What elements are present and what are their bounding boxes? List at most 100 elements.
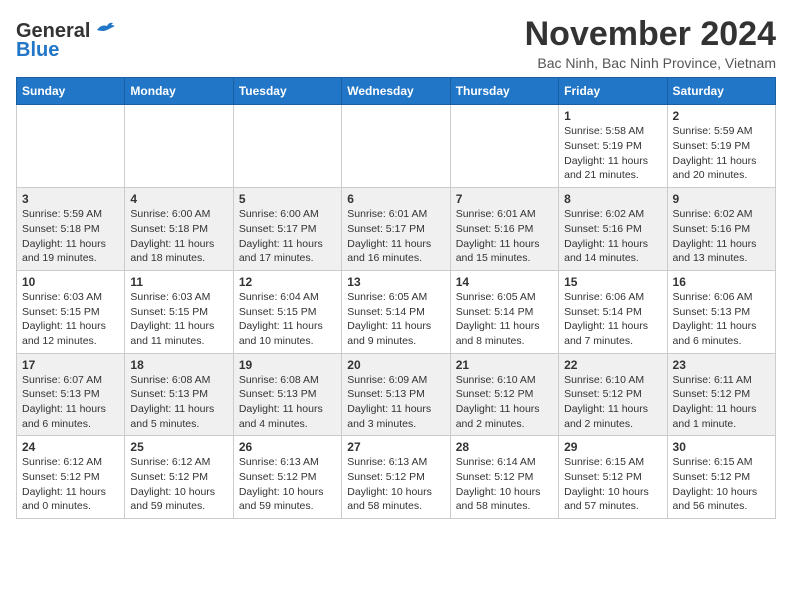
day-info: Sunrise: 6:12 AM Sunset: 5:12 PM Dayligh…: [22, 455, 119, 514]
main-title: November 2024: [525, 16, 776, 53]
day-info: Sunrise: 6:05 AM Sunset: 5:14 PM Dayligh…: [347, 290, 444, 349]
calendar-cell: 12Sunrise: 6:04 AM Sunset: 5:15 PM Dayli…: [233, 270, 341, 353]
day-number: 1: [564, 109, 661, 123]
day-info: Sunrise: 6:14 AM Sunset: 5:12 PM Dayligh…: [456, 455, 553, 514]
calendar-cell: [17, 105, 125, 188]
calendar-cell: 6Sunrise: 6:01 AM Sunset: 5:17 PM Daylig…: [342, 188, 450, 271]
logo-blue-text: Blue: [16, 39, 59, 62]
calendar-cell: [125, 105, 233, 188]
day-number: 12: [239, 275, 336, 289]
calendar-cell: 25Sunrise: 6:12 AM Sunset: 5:12 PM Dayli…: [125, 436, 233, 519]
day-info: Sunrise: 6:11 AM Sunset: 5:12 PM Dayligh…: [673, 373, 770, 432]
day-info: Sunrise: 6:13 AM Sunset: 5:12 PM Dayligh…: [347, 455, 444, 514]
day-number: 22: [564, 358, 661, 372]
calendar-cell: 13Sunrise: 6:05 AM Sunset: 5:14 PM Dayli…: [342, 270, 450, 353]
day-number: 28: [456, 440, 553, 454]
calendar-week-3: 10Sunrise: 6:03 AM Sunset: 5:15 PM Dayli…: [17, 270, 776, 353]
day-info: Sunrise: 6:06 AM Sunset: 5:13 PM Dayligh…: [673, 290, 770, 349]
header: General Blue November 2024 Bac Ninh, Bac…: [16, 16, 776, 71]
day-number: 2: [673, 109, 770, 123]
day-number: 15: [564, 275, 661, 289]
calendar-header-tuesday: Tuesday: [233, 78, 341, 105]
day-info: Sunrise: 6:03 AM Sunset: 5:15 PM Dayligh…: [130, 290, 227, 349]
calendar-cell: 11Sunrise: 6:03 AM Sunset: 5:15 PM Dayli…: [125, 270, 233, 353]
calendar-cell: 18Sunrise: 6:08 AM Sunset: 5:13 PM Dayli…: [125, 353, 233, 436]
day-number: 9: [673, 192, 770, 206]
day-info: Sunrise: 6:05 AM Sunset: 5:14 PM Dayligh…: [456, 290, 553, 349]
calendar-header-sunday: Sunday: [17, 78, 125, 105]
day-info: Sunrise: 6:01 AM Sunset: 5:17 PM Dayligh…: [347, 207, 444, 266]
day-info: Sunrise: 5:58 AM Sunset: 5:19 PM Dayligh…: [564, 124, 661, 183]
day-number: 30: [673, 440, 770, 454]
calendar-cell: 23Sunrise: 6:11 AM Sunset: 5:12 PM Dayli…: [667, 353, 775, 436]
day-info: Sunrise: 6:03 AM Sunset: 5:15 PM Dayligh…: [22, 290, 119, 349]
day-number: 21: [456, 358, 553, 372]
logo-bird-icon: [93, 22, 115, 38]
day-info: Sunrise: 6:08 AM Sunset: 5:13 PM Dayligh…: [239, 373, 336, 432]
day-number: 7: [456, 192, 553, 206]
day-info: Sunrise: 6:00 AM Sunset: 5:17 PM Dayligh…: [239, 207, 336, 266]
calendar-cell: [233, 105, 341, 188]
calendar-cell: 15Sunrise: 6:06 AM Sunset: 5:14 PM Dayli…: [559, 270, 667, 353]
day-number: 11: [130, 275, 227, 289]
day-info: Sunrise: 6:04 AM Sunset: 5:15 PM Dayligh…: [239, 290, 336, 349]
calendar-week-4: 17Sunrise: 6:07 AM Sunset: 5:13 PM Dayli…: [17, 353, 776, 436]
calendar-cell: 14Sunrise: 6:05 AM Sunset: 5:14 PM Dayli…: [450, 270, 558, 353]
calendar-cell: 29Sunrise: 6:15 AM Sunset: 5:12 PM Dayli…: [559, 436, 667, 519]
day-info: Sunrise: 6:15 AM Sunset: 5:12 PM Dayligh…: [673, 455, 770, 514]
day-info: Sunrise: 6:12 AM Sunset: 5:12 PM Dayligh…: [130, 455, 227, 514]
calendar-cell: 7Sunrise: 6:01 AM Sunset: 5:16 PM Daylig…: [450, 188, 558, 271]
day-number: 25: [130, 440, 227, 454]
day-info: Sunrise: 6:00 AM Sunset: 5:18 PM Dayligh…: [130, 207, 227, 266]
day-number: 27: [347, 440, 444, 454]
day-number: 19: [239, 358, 336, 372]
day-info: Sunrise: 6:01 AM Sunset: 5:16 PM Dayligh…: [456, 207, 553, 266]
day-number: 3: [22, 192, 119, 206]
logo: General Blue: [16, 20, 115, 62]
calendar-cell: 22Sunrise: 6:10 AM Sunset: 5:12 PM Dayli…: [559, 353, 667, 436]
day-info: Sunrise: 5:59 AM Sunset: 5:18 PM Dayligh…: [22, 207, 119, 266]
calendar-cell: 21Sunrise: 6:10 AM Sunset: 5:12 PM Dayli…: [450, 353, 558, 436]
calendar-cell: 10Sunrise: 6:03 AM Sunset: 5:15 PM Dayli…: [17, 270, 125, 353]
calendar-cell: 19Sunrise: 6:08 AM Sunset: 5:13 PM Dayli…: [233, 353, 341, 436]
calendar-week-1: 1Sunrise: 5:58 AM Sunset: 5:19 PM Daylig…: [17, 105, 776, 188]
day-info: Sunrise: 5:59 AM Sunset: 5:19 PM Dayligh…: [673, 124, 770, 183]
day-number: 20: [347, 358, 444, 372]
day-number: 4: [130, 192, 227, 206]
subtitle: Bac Ninh, Bac Ninh Province, Vietnam: [525, 55, 776, 71]
calendar-header-monday: Monday: [125, 78, 233, 105]
day-number: 10: [22, 275, 119, 289]
day-info: Sunrise: 6:02 AM Sunset: 5:16 PM Dayligh…: [564, 207, 661, 266]
calendar-cell: 2Sunrise: 5:59 AM Sunset: 5:19 PM Daylig…: [667, 105, 775, 188]
calendar-week-2: 3Sunrise: 5:59 AM Sunset: 5:18 PM Daylig…: [17, 188, 776, 271]
calendar-cell: 20Sunrise: 6:09 AM Sunset: 5:13 PM Dayli…: [342, 353, 450, 436]
day-info: Sunrise: 6:09 AM Sunset: 5:13 PM Dayligh…: [347, 373, 444, 432]
calendar-header-thursday: Thursday: [450, 78, 558, 105]
day-info: Sunrise: 6:06 AM Sunset: 5:14 PM Dayligh…: [564, 290, 661, 349]
day-number: 23: [673, 358, 770, 372]
calendar-cell: 8Sunrise: 6:02 AM Sunset: 5:16 PM Daylig…: [559, 188, 667, 271]
title-block: November 2024 Bac Ninh, Bac Ninh Provinc…: [525, 16, 776, 71]
calendar-header-saturday: Saturday: [667, 78, 775, 105]
calendar-cell: [342, 105, 450, 188]
day-info: Sunrise: 6:07 AM Sunset: 5:13 PM Dayligh…: [22, 373, 119, 432]
day-info: Sunrise: 6:02 AM Sunset: 5:16 PM Dayligh…: [673, 207, 770, 266]
day-number: 5: [239, 192, 336, 206]
calendar-cell: 17Sunrise: 6:07 AM Sunset: 5:13 PM Dayli…: [17, 353, 125, 436]
day-number: 29: [564, 440, 661, 454]
calendar-cell: 1Sunrise: 5:58 AM Sunset: 5:19 PM Daylig…: [559, 105, 667, 188]
day-number: 26: [239, 440, 336, 454]
calendar-cell: [450, 105, 558, 188]
day-number: 6: [347, 192, 444, 206]
calendar-cell: 16Sunrise: 6:06 AM Sunset: 5:13 PM Dayli…: [667, 270, 775, 353]
day-info: Sunrise: 6:08 AM Sunset: 5:13 PM Dayligh…: [130, 373, 227, 432]
calendar-cell: 5Sunrise: 6:00 AM Sunset: 5:17 PM Daylig…: [233, 188, 341, 271]
calendar-table: SundayMondayTuesdayWednesdayThursdayFrid…: [16, 77, 776, 519]
calendar-cell: 28Sunrise: 6:14 AM Sunset: 5:12 PM Dayli…: [450, 436, 558, 519]
day-number: 24: [22, 440, 119, 454]
day-number: 8: [564, 192, 661, 206]
calendar-cell: 9Sunrise: 6:02 AM Sunset: 5:16 PM Daylig…: [667, 188, 775, 271]
day-info: Sunrise: 6:10 AM Sunset: 5:12 PM Dayligh…: [456, 373, 553, 432]
calendar-header-friday: Friday: [559, 78, 667, 105]
day-info: Sunrise: 6:10 AM Sunset: 5:12 PM Dayligh…: [564, 373, 661, 432]
